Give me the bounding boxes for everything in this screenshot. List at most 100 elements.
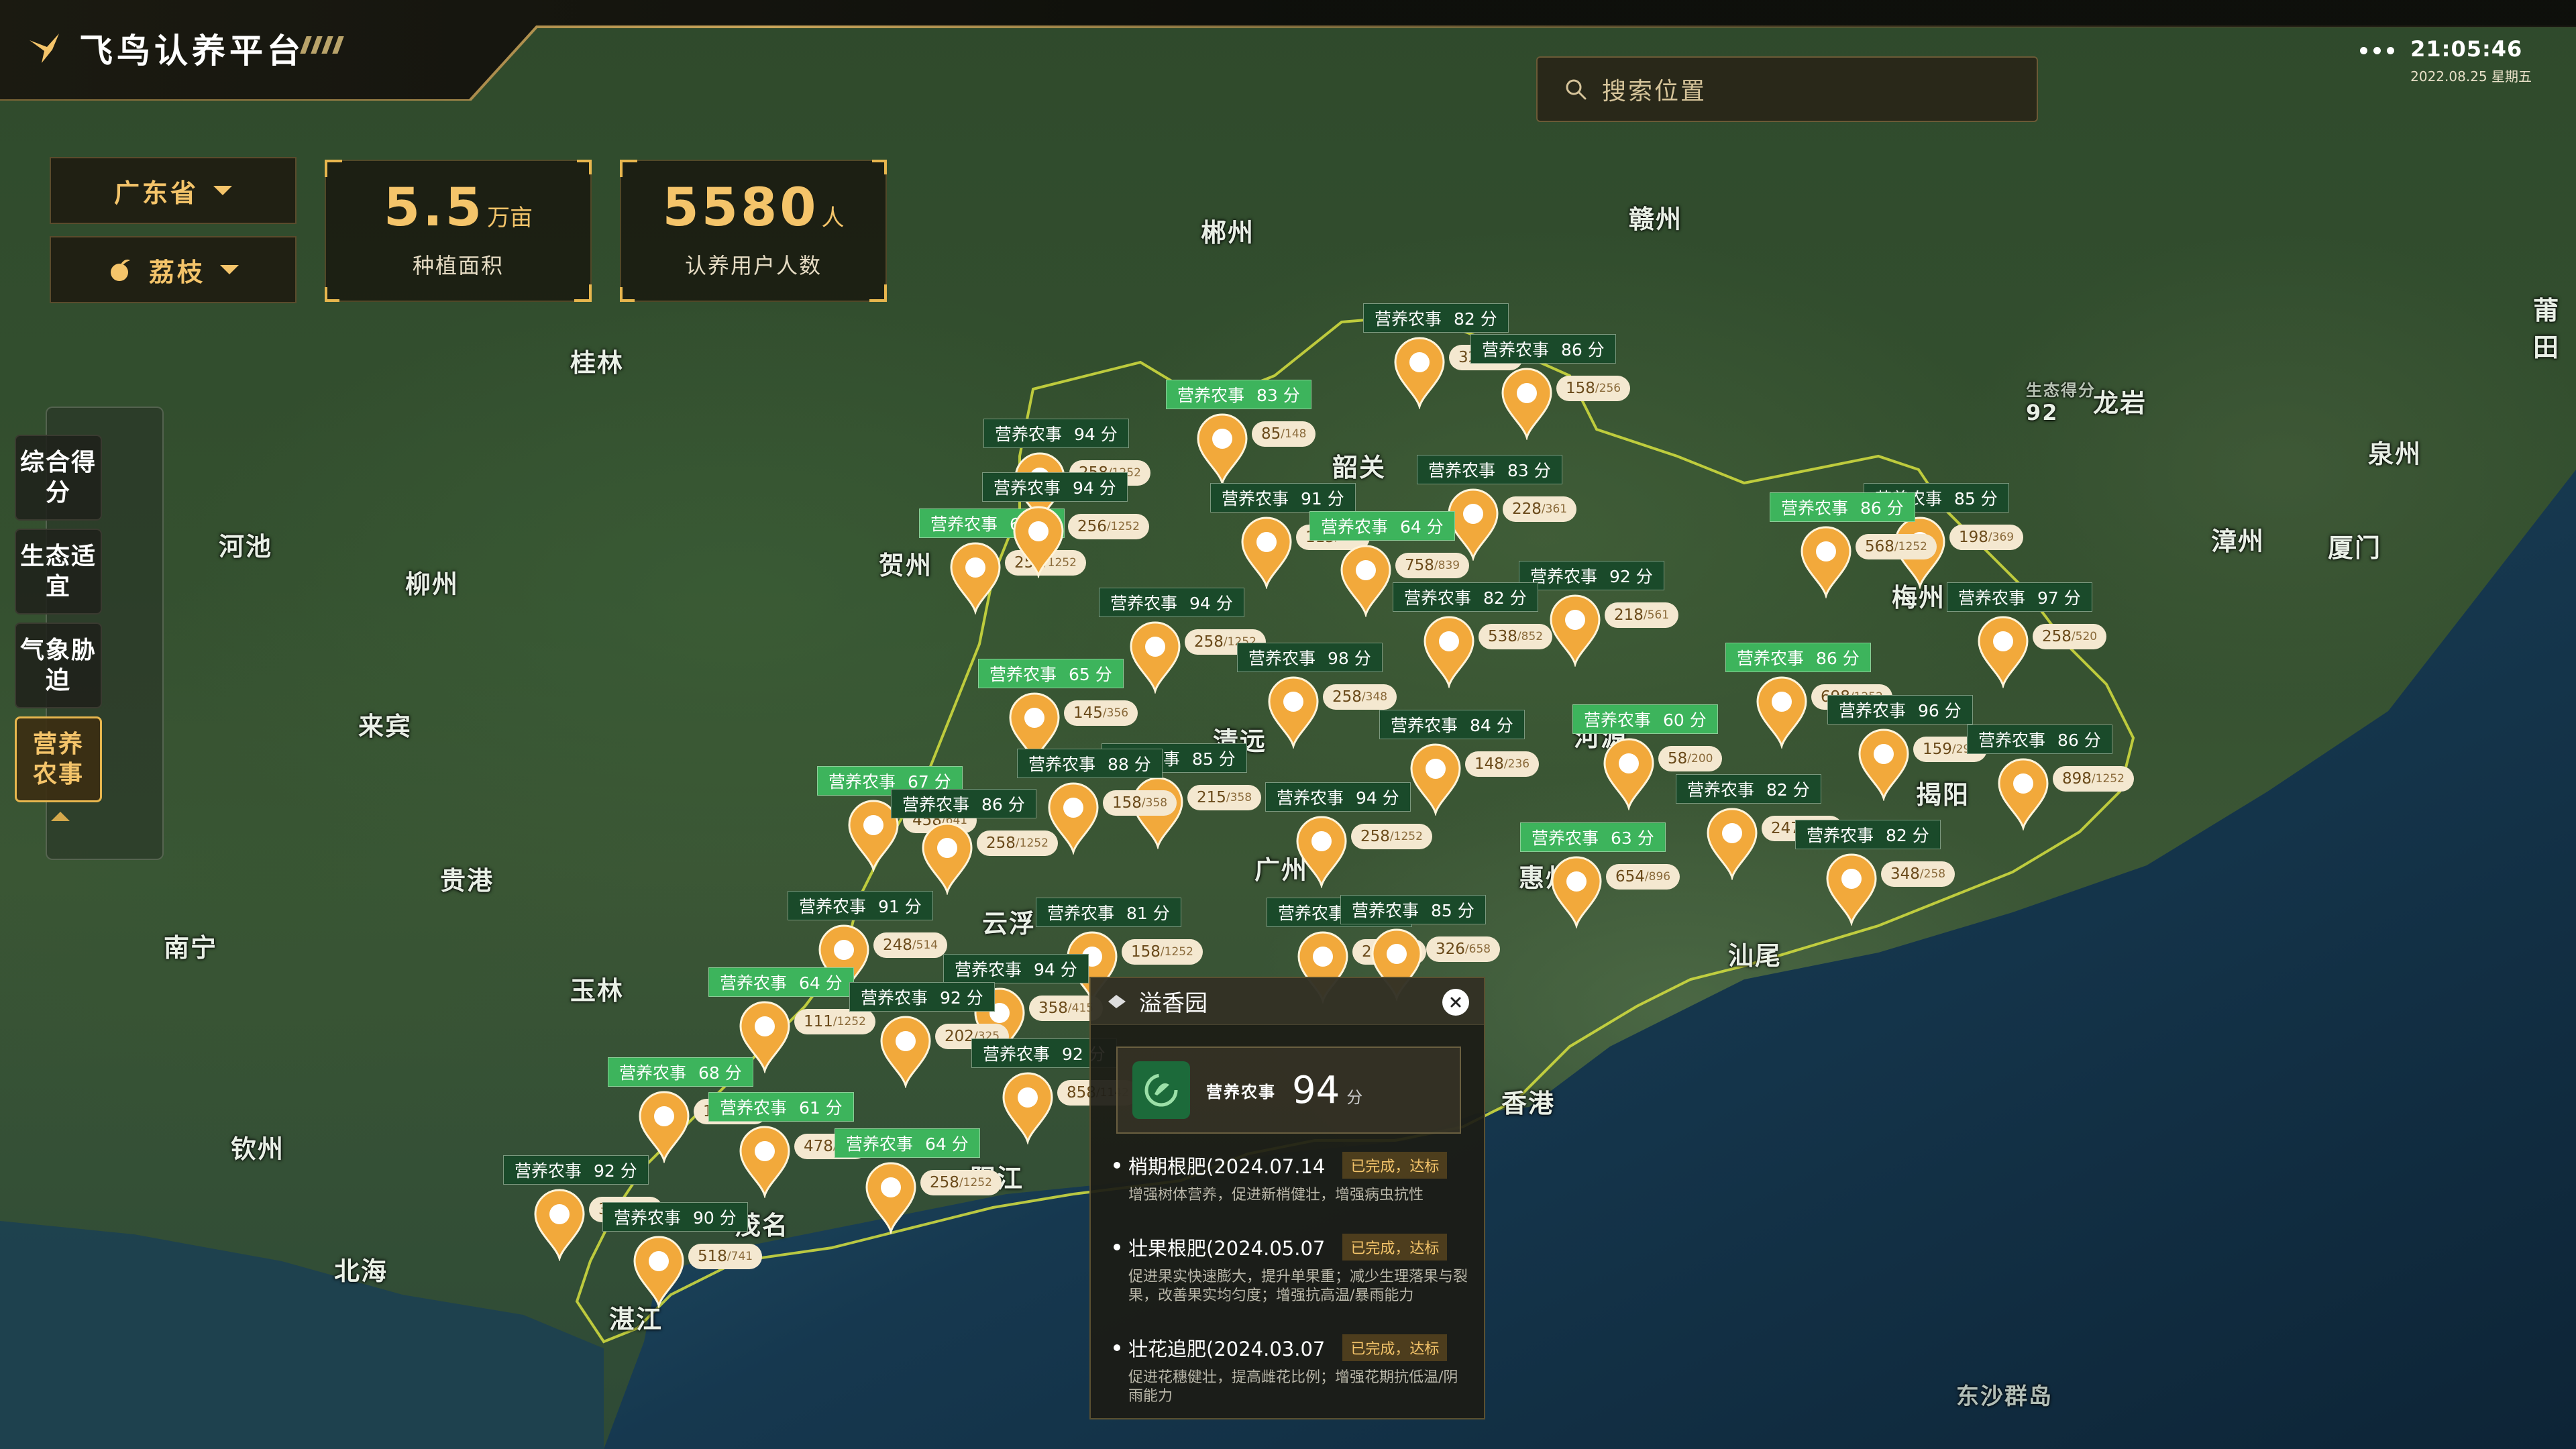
score-tag[interactable]: 营养农事 63 分: [1520, 822, 1666, 852]
location-pin-icon[interactable]: [1267, 675, 1320, 750]
chevron-down-icon: [213, 186, 232, 195]
location-pin-icon[interactable]: [1799, 525, 1853, 600]
location-pin-icon[interactable]: [1128, 620, 1182, 695]
score-tag[interactable]: 营养农事 81 分: [1036, 898, 1181, 927]
location-pin-icon[interactable]: [1705, 806, 1759, 881]
crop-select[interactable]: 荔枝: [50, 236, 297, 303]
city-label: 云浮: [982, 909, 1036, 938]
score-tag[interactable]: 营养农事 83 分: [1166, 380, 1311, 409]
score-tag[interactable]: 营养农事 91 分: [1210, 483, 1356, 513]
location-pin-icon[interactable]: [864, 1161, 918, 1236]
location-pin-icon[interactable]: [1825, 852, 1878, 927]
score-tag[interactable]: 营养农事 94 分: [982, 472, 1128, 502]
close-button[interactable]: [1442, 989, 1469, 1016]
count-bubble: 326/658: [1426, 936, 1501, 962]
location-pin-icon[interactable]: [920, 821, 974, 896]
score-tag[interactable]: 营养农事 82 分: [1795, 820, 1941, 849]
tag-label: 营养农事: [799, 897, 867, 916]
score-tag[interactable]: 营养农事 82 分: [1363, 303, 1509, 333]
score-tag[interactable]: 营养农事 97 分: [1947, 582, 2092, 612]
location-pin-icon[interactable]: [1195, 412, 1249, 487]
score-tag[interactable]: 营养农事 92 分: [1519, 561, 1664, 590]
score-tag[interactable]: 营养农事 94 分: [983, 419, 1129, 448]
score-tag[interactable]: 营养农事 65 分: [978, 659, 1124, 688]
location-pin-icon[interactable]: [1548, 593, 1602, 668]
score-tag[interactable]: 营养农事 61 分: [708, 1092, 854, 1122]
location-pin-icon[interactable]: [1240, 515, 1293, 590]
location-pin-icon[interactable]: [738, 1124, 792, 1199]
count-bubble: 258/1252: [920, 1170, 1002, 1195]
tag-score: 82 分: [1454, 309, 1497, 329]
score-tag[interactable]: 营养农事 82 分: [1676, 774, 1821, 804]
popup-header: 溢香园: [1091, 978, 1484, 1025]
chevron-up-icon[interactable]: [51, 812, 70, 821]
nav-nutrition-farming[interactable]: 营养农事: [15, 716, 102, 802]
score-tag[interactable]: 营养农事 82 分: [1393, 582, 1538, 612]
score-tag[interactable]: 营养农事 98 分: [1237, 643, 1383, 672]
nav-weather-stress[interactable]: 气象胁迫: [15, 623, 102, 708]
stat-label: 认养用户人数: [684, 253, 822, 278]
location-pin-icon[interactable]: [1001, 1071, 1055, 1146]
score-tag[interactable]: 营养农事 94 分: [1265, 782, 1411, 812]
count-bubble: 158/1252: [1122, 939, 1203, 965]
score-tag[interactable]: 营养农事 96 分: [1827, 695, 1973, 724]
score-tag[interactable]: 营养农事 64 分: [708, 967, 854, 997]
location-pin-icon[interactable]: [1602, 737, 1656, 812]
location-pin-icon[interactable]: [1295, 814, 1348, 890]
status-badge: 已完成，达标: [1342, 1334, 1448, 1361]
location-pin-icon[interactable]: [1393, 335, 1446, 411]
location-pin-icon[interactable]: [1550, 855, 1603, 930]
location-pin-icon[interactable]: [1500, 366, 1554, 441]
location-pin-icon[interactable]: [637, 1089, 691, 1165]
location-pin-icon[interactable]: [879, 1014, 932, 1089]
score-tag[interactable]: 营养农事 68 分: [608, 1057, 753, 1087]
score-tag[interactable]: 营养农事 94 分: [1099, 588, 1244, 617]
more-menu-icon[interactable]: [2360, 47, 2394, 54]
search-input[interactable]: 搜索位置: [1536, 56, 2038, 122]
stat-label: 种植面积: [412, 253, 504, 278]
location-pin-icon[interactable]: [1857, 727, 1911, 802]
tag-score: 86 分: [2057, 731, 2101, 750]
province-select[interactable]: 广东省: [50, 157, 297, 224]
score-tag[interactable]: 营养农事 64 分: [835, 1128, 980, 1158]
score-tag[interactable]: 营养农事 91 分: [788, 891, 933, 920]
score-tag[interactable]: 营养农事 94 分: [943, 954, 1089, 983]
tag-score: 64 分: [799, 973, 843, 993]
nav-ecology[interactable]: 生态适宜: [15, 529, 102, 614]
location-pin-icon[interactable]: [1046, 781, 1100, 856]
count-bubble: 258/520: [2033, 624, 2107, 649]
score-tag[interactable]: 营养农事 64 分: [1309, 511, 1455, 541]
location-pin-icon[interactable]: [1755, 675, 1809, 750]
tag-label: 营养农事: [515, 1161, 582, 1181]
location-pin-icon[interactable]: [949, 541, 1002, 616]
popup-title: 溢香园: [1139, 990, 1208, 1017]
score-tag[interactable]: 营养农事 86 分: [1770, 492, 1915, 522]
brand-stripes: [300, 36, 344, 54]
score-tag[interactable]: 营养农事 86 分: [1725, 643, 1871, 672]
location-pin-icon[interactable]: [1976, 614, 2030, 690]
score-tag[interactable]: 营养农事 86 分: [1967, 724, 2112, 754]
tag-score: 82 分: [1483, 588, 1527, 608]
score-tag[interactable]: 营养农事 84 分: [1379, 710, 1525, 739]
tag-label: 营养农事: [1839, 701, 1907, 720]
nav-overall-score[interactable]: 综合得分: [15, 435, 102, 521]
location-pin-icon[interactable]: [1409, 742, 1462, 817]
score-tag[interactable]: 营养农事 88 分: [1017, 749, 1163, 778]
score-tag[interactable]: 营养农事 90 分: [602, 1202, 748, 1232]
score-tag[interactable]: 营养农事 83 分: [1417, 455, 1562, 484]
brand[interactable]: 飞鸟认养平台: [27, 24, 305, 72]
score-tag[interactable]: 营养农事 60 分: [1572, 704, 1718, 734]
location-pin-icon[interactable]: [1339, 543, 1393, 619]
city-label: 贵港: [440, 866, 494, 896]
location-pin-icon[interactable]: [533, 1187, 586, 1263]
location-pin-icon[interactable]: [1996, 757, 2050, 832]
score-tag[interactable]: 营养农事 86 分: [1470, 334, 1616, 364]
location-pin-icon[interactable]: [632, 1234, 686, 1309]
score-tag[interactable]: 营养农事 86 分: [891, 789, 1036, 818]
score-tag[interactable]: 营养农事 92 分: [849, 982, 995, 1012]
location-pin-icon[interactable]: [1422, 614, 1476, 690]
score-tag[interactable]: 营养农事 85 分: [1340, 895, 1486, 924]
score-unit: 分: [1346, 1087, 1363, 1107]
score-tag[interactable]: 营养农事 92 分: [503, 1155, 649, 1185]
location-pin-icon[interactable]: [1012, 504, 1065, 580]
